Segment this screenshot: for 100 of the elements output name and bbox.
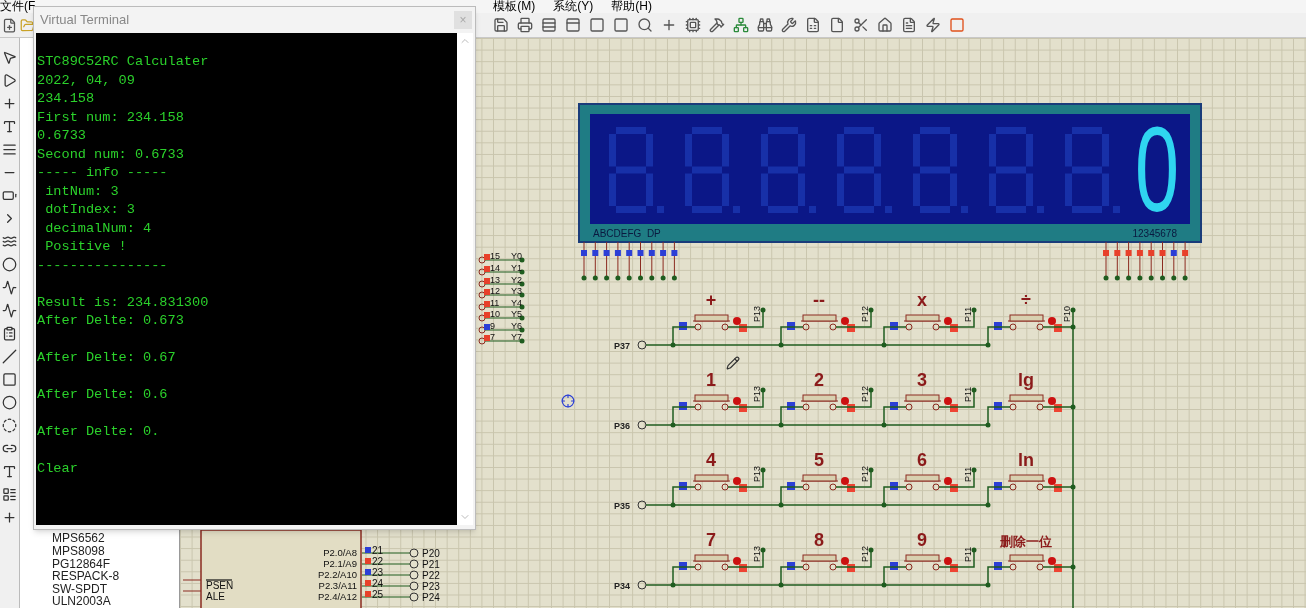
net-label: P21 (422, 559, 440, 570)
menu-item[interactable]: 模板(M) (493, 0, 536, 13)
printer-icon[interactable] (517, 17, 533, 33)
square-icon[interactable] (613, 17, 629, 33)
pin-terminal-drawing (361, 570, 419, 580)
key-label: + (705, 290, 717, 310)
push-button-switch[interactable] (994, 394, 1062, 412)
push-button-switch[interactable] (890, 554, 958, 572)
window-title: Virtual Terminal (40, 11, 130, 30)
terminal-line: ---------------- (37, 256, 168, 275)
push-button-switch[interactable] (787, 314, 855, 332)
document-icon[interactable] (901, 17, 917, 33)
text-icon[interactable] (2, 464, 17, 479)
circle-icon[interactable] (2, 395, 17, 410)
scissors-icon[interactable] (853, 17, 869, 33)
terminal-line: 234.158 (37, 90, 95, 108)
triangle-icon[interactable] (2, 73, 17, 88)
push-button-switch[interactable] (679, 554, 747, 572)
house-icon[interactable] (877, 17, 893, 33)
spreadsheet-icon[interactable] (805, 17, 821, 33)
key-label: -- (813, 290, 825, 310)
square-icon[interactable] (2, 372, 17, 387)
wave-icon[interactable] (2, 234, 17, 249)
signal-icon[interactable] (2, 280, 17, 295)
file-icon[interactable] (829, 17, 845, 33)
pointer-icon[interactable] (2, 50, 17, 65)
pin-name: P2.4/A12 (317, 591, 357, 602)
pin-name: P2.1/A9 (323, 558, 357, 569)
pin-label: P12 (860, 306, 870, 322)
terminal-line: intNum: 3 (44, 182, 119, 201)
pin-line (182, 590, 202, 592)
pencil-icon (726, 356, 740, 370)
push-button-switch[interactable] (679, 474, 747, 492)
push-button-switch[interactable] (787, 394, 855, 412)
terminal-line: STC89C52RC Calculater (37, 53, 209, 71)
net-label: Y1 (511, 263, 522, 273)
network-icon[interactable] (733, 17, 749, 33)
push-button-switch[interactable] (787, 474, 855, 492)
push-button-switch[interactable] (679, 394, 747, 412)
key-label: 删除一位 (1000, 534, 1052, 549)
square-icon[interactable] (589, 17, 605, 33)
binoculars-icon[interactable] (757, 17, 773, 33)
square-icon[interactable] (949, 17, 965, 33)
new-file-icon[interactable] (2, 17, 17, 33)
device-list-item[interactable]: RESPACK-8 (52, 570, 179, 583)
push-button-switch[interactable] (994, 314, 1062, 332)
slash-icon[interactable] (2, 349, 17, 364)
terminal-line: dotIndex: 3 (44, 201, 135, 219)
menu-item[interactable]: 帮助(H) (611, 0, 652, 13)
pin-number: 9 (490, 321, 495, 331)
pin-label: P13 (752, 466, 762, 482)
chip-icon[interactable] (685, 17, 701, 33)
pin-number: 11 (490, 298, 500, 308)
device-list-item[interactable]: SW-SPDT (52, 582, 179, 596)
circle-icon[interactable] (2, 257, 17, 272)
key-label: 3 (917, 370, 927, 390)
clipboard-icon[interactable] (2, 326, 17, 341)
push-button-switch[interactable] (679, 314, 747, 332)
plus-icon[interactable] (2, 96, 17, 111)
device-list-item[interactable]: ULN2003A (52, 595, 179, 608)
segment-labels: ABCDEFG DP (593, 228, 661, 239)
search-icon[interactable] (637, 17, 653, 33)
panel-icon[interactable] (565, 17, 581, 33)
key-label: 2 (814, 370, 824, 390)
key-label: lg (1018, 370, 1034, 390)
push-button-switch[interactable] (994, 554, 1062, 572)
device-list-item[interactable]: MPS6562 (52, 532, 179, 546)
terminal-line: 2022, 04, 09 (37, 71, 135, 90)
push-button-switch[interactable] (890, 394, 958, 412)
pin-name: ALE (206, 591, 225, 602)
plus-icon[interactable] (2, 510, 17, 525)
device-list-item[interactable]: PG12864F (52, 557, 179, 571)
list-icon[interactable] (2, 487, 17, 502)
net-label: P36 (614, 421, 630, 431)
lightning-icon[interactable] (925, 17, 941, 33)
push-button-switch[interactable] (994, 474, 1062, 492)
push-button-switch[interactable] (787, 554, 855, 572)
label-icon[interactable] (2, 119, 17, 134)
wrench-icon[interactable] (781, 17, 797, 33)
push-button-switch[interactable] (890, 314, 958, 332)
lines-icon[interactable] (2, 142, 17, 157)
menu-item[interactable]: 文件(F (0, 0, 36, 13)
pin-number: 13 (490, 275, 500, 285)
arc-icon[interactable] (2, 418, 17, 433)
pin-line (182, 579, 202, 581)
lcd-digit: 0 (1134, 122, 1181, 216)
save-icon[interactable] (493, 17, 509, 33)
device-list-item[interactable]: MPS8098 (52, 545, 179, 558)
pin-terminal-drawing (361, 581, 419, 591)
terminal-line: After Delte: 0. (37, 423, 160, 441)
battery-icon[interactable] (2, 188, 17, 203)
push-button-switch[interactable] (890, 474, 958, 492)
net-label: Y2 (511, 275, 522, 285)
menu-item[interactable]: 系统(Y) (553, 0, 594, 13)
signal-icon[interactable] (2, 303, 17, 318)
pin-number: 25 (372, 589, 384, 600)
terminal-line: decimalNum: 4 (44, 219, 152, 238)
hammer-icon[interactable] (709, 17, 725, 33)
rows-icon[interactable] (541, 17, 557, 33)
key-label: x (917, 290, 927, 310)
